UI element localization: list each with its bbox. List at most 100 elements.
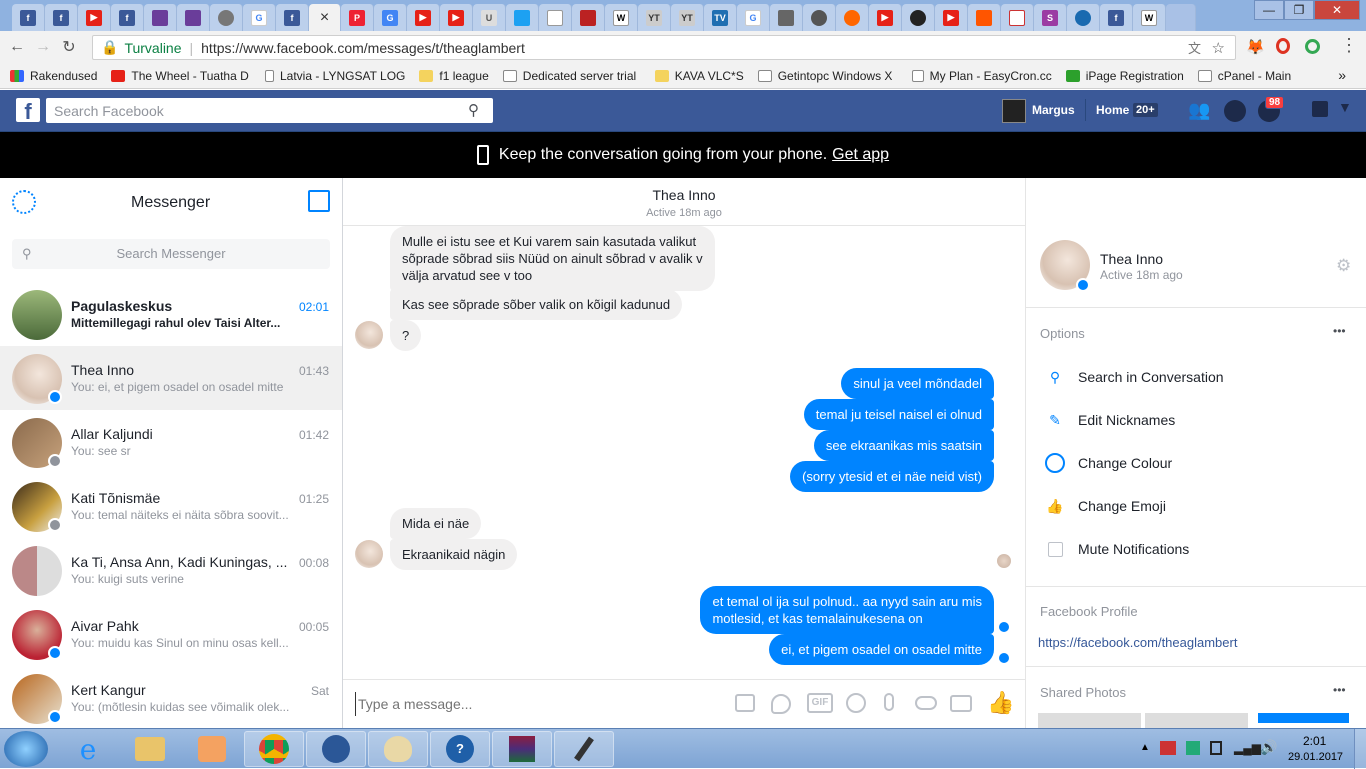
sticker-icon[interactable] xyxy=(771,694,791,714)
tab-facebook[interactable]: f xyxy=(45,4,78,31)
minimize-button[interactable]: — xyxy=(1254,0,1284,20)
option-change-colour[interactable]: Change Colour xyxy=(1042,445,1172,481)
conversation-item[interactable]: Aivar Pahk 00:05 You: muidu kas Sinul on… xyxy=(0,602,342,666)
bookmark-item[interactable]: Dedicated server trial xyxy=(502,69,641,83)
show-hidden-icons-arrow[interactable]: ▲ xyxy=(1140,742,1150,753)
bookmark-item[interactable]: cPanel - Main xyxy=(1197,69,1291,83)
shared-photo-thumbnail[interactable] xyxy=(1145,713,1248,728)
get-app-link[interactable]: Get app xyxy=(832,146,889,164)
conversation-item[interactable]: Allar Kaljundi 01:42 You: see sr xyxy=(0,410,342,474)
tab-site[interactable] xyxy=(836,4,869,31)
tab-youtube[interactable]: ▶ xyxy=(407,4,440,31)
avatar[interactable] xyxy=(1002,99,1026,123)
tab-youtube[interactable]: ▶ xyxy=(78,4,111,31)
tab-site[interactable] xyxy=(144,4,177,31)
close-tab-icon[interactable]: × xyxy=(320,9,329,27)
new-tab-button[interactable] xyxy=(1166,4,1196,31)
microphone-app-icon[interactable] xyxy=(554,731,614,767)
tab-site[interactable] xyxy=(177,4,210,31)
thunderbird-icon[interactable] xyxy=(306,731,366,767)
close-window-button[interactable]: ✕ xyxy=(1314,0,1360,20)
tab-youtube[interactable]: ▶ xyxy=(869,4,902,31)
tab-wikipedia[interactable]: W xyxy=(1133,4,1166,31)
url-field[interactable]: 🔒 Turvaline | https://www.facebook.com/m… xyxy=(92,35,1236,60)
option-mute-notifications[interactable]: Mute Notifications xyxy=(1042,531,1189,567)
shared-photo-thumbnail[interactable] xyxy=(1038,713,1141,728)
like-thumb-icon[interactable]: 👍 xyxy=(987,690,1014,716)
camera-icon[interactable] xyxy=(950,695,972,712)
extension-icon[interactable]: 🦊 xyxy=(1246,38,1265,56)
tab-youtube[interactable]: ▶ xyxy=(935,4,968,31)
gif-icon[interactable]: GIF xyxy=(807,693,833,713)
tab-speedometer[interactable] xyxy=(210,4,243,31)
back-arrow-icon[interactable]: ← xyxy=(4,34,30,60)
star-icon[interactable]: ☆ xyxy=(1212,39,1225,57)
profile-name[interactable]: Margus xyxy=(1032,103,1075,117)
reload-icon[interactable]: ↻ xyxy=(56,34,82,60)
bookmark-item[interactable]: KAVA VLC*S xyxy=(654,69,744,83)
chrome-taskbar-icon[interactable] xyxy=(244,731,304,767)
tab-site[interactable]: U xyxy=(473,4,506,31)
bookmark-item[interactable]: Latvia - LYNGSAT LOG xyxy=(265,69,405,83)
bookmark-item[interactable]: My Plan - EasyCron.cc xyxy=(911,69,1052,83)
options-more-button[interactable]: ••• xyxy=(1333,324,1346,338)
conversation-item[interactable]: Ka Ti, Ansa Ann, Kadi Kuningas, ... 00:0… xyxy=(0,538,342,602)
extension-icon[interactable] xyxy=(1305,39,1320,54)
forward-arrow-icon[interactable]: → xyxy=(30,34,56,60)
search-messenger-input[interactable]: ⚲ Search Messenger xyxy=(12,239,330,269)
tray-flag-icon[interactable] xyxy=(1160,741,1176,755)
account-menu-arrow-icon[interactable]: ▼ xyxy=(1338,99,1352,115)
photo-icon[interactable] xyxy=(735,694,755,712)
conversation-item[interactable]: Pagulaskeskus 02:01 Mittemillegagi rahul… xyxy=(0,282,342,346)
translate-icon[interactable]: 文 xyxy=(1188,38,1201,57)
messenger-icon[interactable] xyxy=(1224,100,1246,122)
game-controller-icon[interactable] xyxy=(915,696,937,710)
tab-site[interactable] xyxy=(1067,4,1100,31)
tab-google[interactable]: G xyxy=(737,4,770,31)
conversation-item[interactable]: Kati Tõnismäe 01:25 You: temal näiteks e… xyxy=(0,474,342,538)
microphone-icon[interactable] xyxy=(884,693,894,711)
paint-icon[interactable] xyxy=(368,731,428,767)
friend-requests-icon[interactable]: 👥 xyxy=(1188,100,1210,121)
conversation-item[interactable]: Kert Kangur Sat You: (mõtlesin kuidas se… xyxy=(0,666,342,730)
tray-app-icon[interactable] xyxy=(1186,741,1200,755)
home-link[interactable]: Home xyxy=(1096,103,1129,117)
privacy-shortcuts-icon[interactable] xyxy=(1312,101,1328,117)
tab-site[interactable]: YT xyxy=(638,4,671,31)
tab-pdf[interactable]: P xyxy=(341,4,374,31)
network-signal-icon[interactable]: ▂▄▆ xyxy=(1234,741,1261,755)
file-explorer-icon[interactable] xyxy=(120,731,180,767)
new-message-icon[interactable] xyxy=(308,190,330,212)
tab-kava[interactable]: TV xyxy=(704,4,737,31)
more-bookmarks-button[interactable]: » xyxy=(1338,67,1346,83)
emoji-icon[interactable] xyxy=(846,693,866,713)
start-button-icon[interactable] xyxy=(4,731,48,767)
bookmark-item[interactable]: The Wheel - Tuatha D xyxy=(111,69,251,83)
profile-link[interactable]: https://facebook.com/theaglambert xyxy=(1038,635,1237,650)
menu-icon[interactable]: ⋮ xyxy=(1340,35,1358,56)
clock-time[interactable]: 2:01 xyxy=(1303,734,1326,748)
option-search-in-conversation[interactable]: ⚲ Search in Conversation xyxy=(1042,359,1224,395)
tab-wikipedia[interactable]: W xyxy=(605,4,638,31)
conversation-item[interactable]: Thea Inno 01:43 You: ei, et pigem osadel… xyxy=(0,346,342,410)
option-edit-nicknames[interactable]: ✎ Edit Nicknames xyxy=(1042,402,1175,438)
tab-site[interactable] xyxy=(803,4,836,31)
opera-icon[interactable] xyxy=(1276,38,1290,54)
tab-site[interactable]: S xyxy=(1034,4,1067,31)
tab-translate[interactable]: G xyxy=(374,4,407,31)
tray-battery-icon[interactable] xyxy=(1210,741,1222,755)
shared-photo-thumbnail[interactable] xyxy=(1258,713,1349,723)
tab-facebook[interactable]: f xyxy=(276,4,309,31)
mute-checkbox[interactable] xyxy=(1042,541,1068,557)
tab-site[interactable] xyxy=(572,4,605,31)
help-icon[interactable]: ? xyxy=(430,731,490,767)
bookmark-item[interactable]: f1 league xyxy=(419,69,489,83)
tab-facebook[interactable]: f xyxy=(12,4,45,31)
tab-twitter[interactable] xyxy=(506,4,539,31)
settings-gear-icon[interactable]: ⚙ xyxy=(1336,256,1351,276)
tab-site[interactable] xyxy=(1001,4,1034,31)
tab-active[interactable]: × xyxy=(309,4,341,31)
clock-date[interactable]: 29.01.2017 xyxy=(1288,751,1343,763)
media-player-icon[interactable] xyxy=(182,731,242,767)
option-change-emoji[interactable]: 👍 Change Emoji xyxy=(1042,488,1166,524)
